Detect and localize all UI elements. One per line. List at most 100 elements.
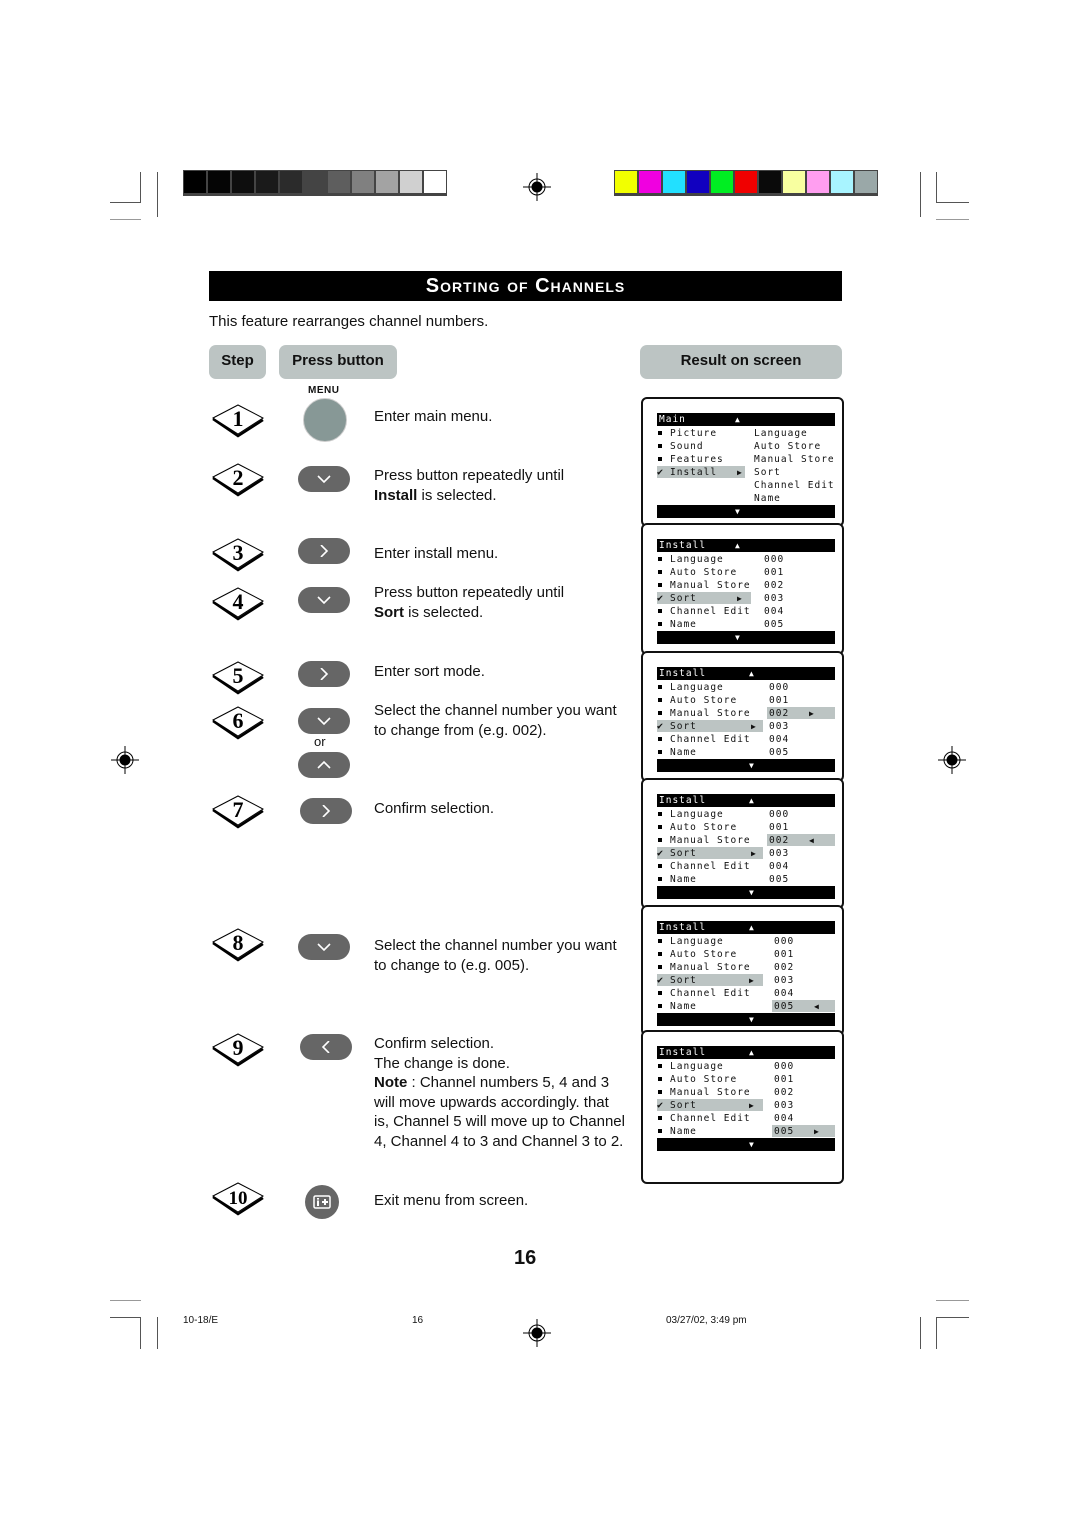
osd-value: 003	[774, 975, 795, 986]
color-swatch	[639, 171, 661, 193]
cursor-up-button	[298, 752, 350, 778]
osd-bottom-bar: ▼	[657, 886, 835, 899]
bullet-icon	[658, 698, 662, 702]
color-swatch	[184, 171, 206, 193]
osd-menu-item: Auto Store	[657, 1073, 737, 1086]
osd-item-label: Language	[670, 809, 724, 820]
step-8-line2: to change to (e.g. 005).	[374, 956, 530, 974]
svg-text:7: 7	[233, 797, 244, 822]
osd-item-label: Auto Store	[670, 567, 738, 578]
bullet-icon	[658, 1077, 662, 1081]
svg-text:2: 2	[233, 465, 244, 490]
arrow-right-icon: ▶	[814, 1127, 820, 1136]
osd-menu-item: Name	[657, 873, 697, 886]
step-1-text: Enter main menu.	[374, 408, 493, 425]
osd-menu-item: Name	[657, 1000, 697, 1013]
osd-value: 001	[774, 949, 795, 960]
osd-screen: Install ▲ Language 000 Auto Store 001 Manual S…	[641, 778, 844, 909]
osd-item-label: Manual Store	[670, 580, 751, 591]
bullet-icon	[658, 583, 662, 587]
osd-title: Install	[659, 1047, 707, 1058]
osd-bottom-bar: ▼	[657, 759, 835, 772]
osd-title-bar: Main ▲	[657, 413, 835, 426]
color-swatch	[328, 171, 350, 193]
footer-timestamp: 03/27/02, 3:49 pm	[666, 1315, 747, 1326]
osd-menu-item: Manual Store	[657, 961, 751, 974]
osd-item-label: Name	[670, 1001, 697, 1012]
osd-item-label: Manual Store	[670, 835, 751, 846]
info-exit-button	[305, 1185, 339, 1219]
crop-mark	[140, 1317, 141, 1349]
osd-menu-item: Picture	[657, 427, 717, 440]
osd-value: 004	[774, 988, 795, 999]
cursor-down-button	[298, 708, 350, 734]
osd-item-label: Sort	[670, 848, 697, 859]
cursor-left-button	[300, 1034, 352, 1060]
bullet-icon	[658, 991, 662, 995]
checkmark-icon: ✔	[657, 593, 665, 604]
osd-title-bar: Install ▲	[657, 1046, 835, 1059]
osd-menu-item: Auto Store	[657, 948, 737, 961]
registration-target-icon	[523, 173, 551, 201]
osd-bottom-bar: ▼	[657, 631, 835, 644]
cursor-down-button	[298, 466, 350, 492]
chevron-right-icon	[322, 805, 331, 817]
osd-item-label: Channel Edit	[670, 734, 751, 745]
crop-mark	[110, 219, 141, 220]
osd-title-bar: Install ▲	[657, 921, 835, 934]
osd-menu-item: Language	[657, 935, 724, 948]
bullet-icon	[658, 965, 662, 969]
color-swatch	[615, 171, 637, 193]
menu-button-label: MENU	[308, 385, 340, 396]
bullet-icon	[658, 864, 662, 868]
step-number-10: 10	[210, 1180, 266, 1216]
osd-menu-item: Sound	[657, 440, 704, 453]
osd-value: 002	[774, 1087, 795, 1098]
down-arrow-icon: ▼	[749, 1140, 755, 1149]
crop-mark	[936, 202, 969, 203]
bullet-icon	[658, 685, 662, 689]
osd-item-label: Language	[670, 1061, 724, 1072]
note-line: is, Channel 5 will move up to Channel	[374, 1113, 625, 1130]
cursor-down-button	[298, 587, 350, 613]
bullet-icon	[658, 622, 662, 626]
bullet-icon	[658, 1004, 662, 1008]
up-arrow-icon: ▲	[735, 541, 741, 550]
osd-menu-item: Manual Store	[657, 579, 751, 592]
color-swatch	[280, 171, 302, 193]
bullet-icon	[658, 1116, 662, 1120]
footer-page: 16	[412, 1315, 424, 1326]
osd-menu-item: Language	[657, 808, 724, 821]
arrow-right-icon: ▶	[809, 709, 815, 718]
note-line: 4, Channel 4 to 3 and Channel 3 to 2.	[374, 1132, 624, 1150]
footer-doc-code: 10-18/E	[183, 1315, 219, 1326]
osd-screen: Main ▲ Picture Language Sound Auto Store Featu…	[641, 397, 844, 527]
checkmark-icon: ✔	[657, 467, 665, 478]
osd-menu-item: Manual Store	[657, 707, 751, 720]
crop-mark	[110, 202, 141, 203]
arrow-right-icon: ▶	[751, 849, 757, 858]
note-line: : Channel numbers 5, 4 and 3	[407, 1074, 610, 1091]
osd-value: 001	[769, 695, 790, 706]
bullet-icon	[658, 825, 662, 829]
osd-item-label: Features	[670, 454, 724, 465]
arrow-right-icon: ▶	[749, 976, 755, 985]
color-swatch	[663, 171, 685, 193]
osd-item-label: Auto Store	[670, 1074, 738, 1085]
step-8-text: Select the channel number you want to cha…	[374, 936, 617, 975]
color-swatch	[711, 171, 733, 193]
osd-value: 005	[764, 619, 785, 630]
color-swatch	[855, 171, 877, 193]
crop-mark	[936, 172, 937, 202]
step-8-line1: Select the channel number you want	[374, 937, 617, 954]
bullet-icon	[658, 939, 662, 943]
arrow-right-icon: ▶	[749, 1101, 755, 1110]
osd-item-label: Language	[670, 936, 724, 947]
down-arrow-icon: ▼	[749, 1015, 755, 1024]
step-number-9: 9	[210, 1031, 266, 1067]
bullet-icon	[658, 838, 662, 842]
osd-value: Auto Store	[754, 441, 822, 452]
step-number-8: 8	[210, 926, 266, 962]
bullet-icon	[658, 609, 662, 613]
intro-text: This feature rearranges channel numbers.	[209, 313, 489, 330]
